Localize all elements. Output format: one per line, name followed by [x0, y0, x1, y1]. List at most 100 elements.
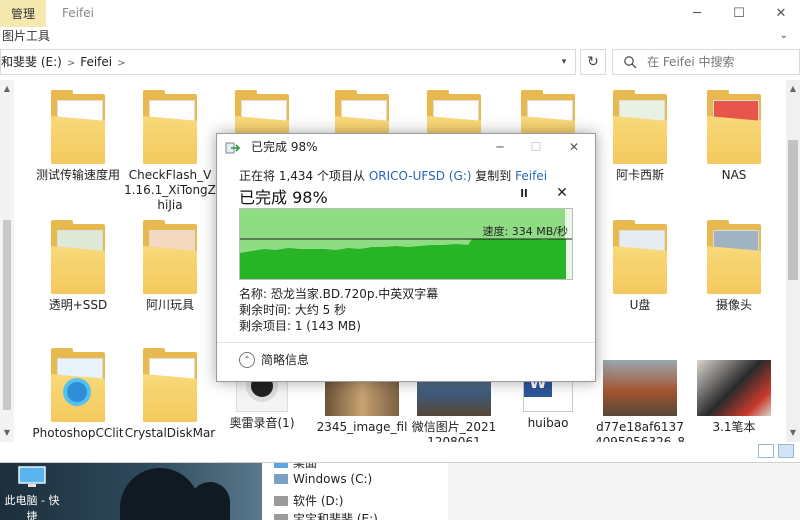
- nav-item-label: 软件 (D:): [293, 494, 344, 508]
- dialog-title: 已完成 98%: [251, 140, 318, 154]
- search-icon: [624, 56, 637, 69]
- nav-pane-scrollbar[interactable]: ▲ ▼: [0, 80, 14, 442]
- scroll-thumb[interactable]: [788, 140, 798, 280]
- dialog-minimize-button[interactable]: ─: [483, 134, 517, 160]
- title-bar: 管理 Feifei ─ ☐ ✕: [0, 0, 800, 27]
- desktop-rock: [190, 482, 230, 520]
- file-name: 测试传输速度用: [35, 168, 120, 182]
- file-name-line: 名称: 恐龙当家.BD.720p.中英双字幕: [239, 287, 439, 301]
- desktop-shortcut-this-pc[interactable]: 此电脑 - 快捷: [4, 466, 60, 520]
- close-icon: ✕: [568, 140, 580, 154]
- file-name: 透明+SSD: [48, 298, 108, 312]
- file-item[interactable]: 3.1笔本: [688, 352, 780, 435]
- computer-icon: [18, 466, 46, 487]
- tab-manage[interactable]: 管理: [0, 0, 46, 27]
- fewer-details-button[interactable]: ⌃ 简略信息: [239, 351, 309, 368]
- items-remaining-line: 剩余项目: 1 (143 MB): [239, 319, 361, 333]
- file-item[interactable]: 摄像头: [688, 220, 780, 313]
- folder-icon: [707, 90, 761, 164]
- file-item[interactable]: 阿卡西斯: [594, 90, 686, 183]
- transfer-speed-graph: 速度: 334 MB/秒: [239, 208, 573, 280]
- chevron-right-icon[interactable]: >: [67, 58, 75, 69]
- folder-icon: [143, 220, 197, 294]
- cancel-copy-button[interactable]: ✕: [555, 186, 569, 200]
- ribbon-expand-button[interactable]: ⌄: [780, 27, 788, 45]
- breadcrumb-folder[interactable]: Feifei: [80, 55, 112, 69]
- close-button[interactable]: ✕: [764, 0, 798, 27]
- file-item[interactable]: CheckFlash_V1.16.1_XiTongZhiJia: [124, 90, 216, 213]
- file-item[interactable]: CrystalDiskMark_8.0.4: [124, 348, 216, 442]
- file-item[interactable]: PhotoshopCClit: [32, 348, 124, 441]
- time-remaining-line: 剩余时间: 大约 5 秒: [239, 303, 347, 317]
- large-icons-view-icon[interactable]: [778, 444, 794, 458]
- file-name: 阿卡西斯: [615, 168, 664, 182]
- breadcrumb-drive[interactable]: 和斐斐 (E:): [1, 55, 62, 69]
- folder-icon: [613, 90, 667, 164]
- file-grid-scrollbar[interactable]: ▲ ▼: [786, 80, 800, 442]
- scroll-down-icon[interactable]: ▼: [786, 426, 800, 440]
- chevron-right-icon[interactable]: >: [117, 58, 125, 69]
- file-item[interactable]: 透明+SSD: [32, 220, 124, 313]
- file-item[interactable]: NAS: [688, 90, 780, 183]
- file-name: U盘: [629, 298, 651, 312]
- folder-icon: [707, 220, 761, 294]
- scroll-down-icon[interactable]: ▼: [0, 426, 14, 440]
- dialog-close-button[interactable]: ✕: [557, 134, 591, 160]
- chevron-down-icon: ⌄: [779, 30, 788, 41]
- maximize-button[interactable]: ☐: [722, 0, 756, 27]
- copy-desc-prefix: 正在将 1,434 个项目从: [239, 169, 369, 183]
- details-view-icon[interactable]: [758, 444, 774, 458]
- pause-button[interactable]: ll: [517, 187, 531, 201]
- file-item[interactable]: U盘: [594, 220, 686, 313]
- ribbon-tab-picture-tools[interactable]: 图片工具: [2, 27, 50, 45]
- file-name: NAS: [721, 168, 747, 182]
- close-icon: ✕: [556, 185, 568, 201]
- chevron-down-icon: ▾: [561, 57, 567, 67]
- nav-item-drive-c[interactable]: Windows (C:): [274, 472, 372, 486]
- file-item[interactable]: 阿川玩具: [124, 220, 216, 313]
- minimize-button[interactable]: ─: [680, 0, 714, 27]
- image-thumbnail: [697, 360, 771, 416]
- chevron-up-icon: ⌃: [239, 351, 255, 368]
- desktop-strip: [448, 458, 800, 520]
- folder-icon: [143, 348, 197, 422]
- nav-item-label: Windows (C:): [293, 472, 373, 486]
- copy-desc-mid: 复制到: [471, 169, 516, 183]
- destination-link[interactable]: Feifei: [515, 169, 547, 183]
- file-name: huibao: [527, 416, 569, 430]
- refresh-button[interactable]: ↻: [580, 49, 606, 75]
- second-explorer-nav: 桌面 Windows (C:) 软件 (D:) 宝宝和斐斐 (E:): [262, 458, 448, 520]
- fewer-details-label: 简略信息: [261, 353, 310, 367]
- file-name: CrystalDiskMark_8.0.4: [124, 426, 216, 442]
- file-item[interactable]: 测试传输速度用: [32, 90, 124, 183]
- refresh-icon: ↻: [587, 54, 599, 70]
- desktop-shortcut-label: 此电脑 - 快捷: [4, 494, 60, 520]
- nav-item-drive-e[interactable]: 宝宝和斐斐 (E:): [274, 510, 378, 520]
- transfer-details: 名称: 恐龙当家.BD.720p.中英双字幕 剩余时间: 大约 5 秒 剩余项目…: [239, 286, 438, 334]
- nav-item-label: 宝宝和斐斐 (E:): [293, 512, 378, 520]
- copy-progress-dialog: 已完成 98% ─ ☐ ✕ 正在将 1,434 个项目从 ORICO-UFSD …: [216, 133, 596, 382]
- file-name: 微信图片_20211208061: [411, 420, 497, 442]
- desktop-rock: [120, 468, 200, 520]
- file-name: 奥雷录音(1): [229, 416, 295, 430]
- nav-item-drive-d[interactable]: 软件 (D:): [274, 492, 343, 509]
- folder-icon: [51, 220, 105, 294]
- source-link[interactable]: ORICO-UFSD (G:): [369, 169, 472, 183]
- folder-icon: [613, 220, 667, 294]
- scroll-up-icon[interactable]: ▲: [0, 82, 14, 96]
- edge-icon: [63, 378, 91, 406]
- dialog-divider: [217, 342, 595, 343]
- search-box[interactable]: 在 Feifei 中搜索: [612, 49, 800, 75]
- scroll-thumb[interactable]: [3, 220, 11, 410]
- address-history-button[interactable]: ▾: [553, 50, 575, 74]
- breadcrumb: 和斐斐 (E:) > Feifei >: [1, 50, 131, 76]
- speed-label: 速度: 334 MB/秒: [482, 225, 568, 238]
- copy-description: 正在将 1,434 个项目从 ORICO-UFSD (G:) 复制到 Feife…: [239, 167, 547, 184]
- file-name: d77e18af61374095056326_8: [595, 420, 685, 442]
- window-title: Feifei: [62, 6, 94, 20]
- pause-icon: ll: [520, 187, 528, 200]
- file-item[interactable]: d77e18af61374095056326_8: [594, 352, 686, 442]
- scroll-up-icon[interactable]: ▲: [786, 82, 800, 96]
- drive-icon: [274, 495, 288, 506]
- address-bar[interactable]: 和斐斐 (E:) > Feifei > ▾: [0, 49, 576, 75]
